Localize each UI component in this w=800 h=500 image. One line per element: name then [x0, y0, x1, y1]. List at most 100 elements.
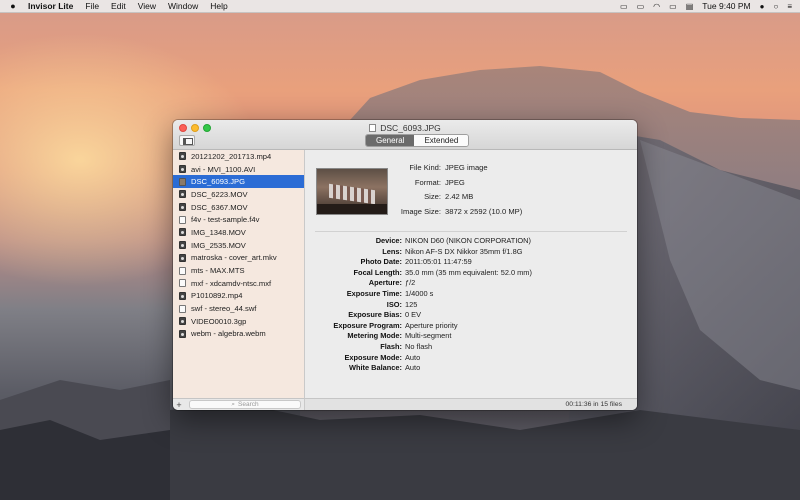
exif-key: Photo Date:: [360, 257, 402, 267]
exif-value: Auto: [405, 363, 421, 373]
file-list-item[interactable]: 20121202_201713.mp4: [173, 150, 304, 163]
file-name: DSC_6223.MOV: [191, 189, 248, 199]
file-list-item[interactable]: DSC_6367.MOV: [173, 201, 304, 214]
document-file-icon: [179, 279, 186, 288]
file-name: 20121202_201713.mp4: [191, 151, 272, 161]
file-list-item[interactable]: IMG_2535.MOV: [173, 239, 304, 252]
document-file-icon: [179, 266, 186, 275]
tab-extended[interactable]: Extended: [414, 135, 469, 146]
exif-value: 1/4000 s: [405, 288, 434, 298]
menu-help[interactable]: Help: [210, 1, 227, 11]
spotlight-search-icon[interactable]: ○: [773, 2, 778, 11]
exif-key: Exposure Time:: [346, 288, 402, 298]
file-list-item[interactable]: VIDEO0010.3gp: [173, 315, 304, 328]
exif-key: Exposure Mode:: [344, 352, 403, 362]
notification-center-icon[interactable]: ≡: [787, 2, 792, 11]
invisor-window: DSC_6093.JPG General Extended 20121202_2…: [173, 120, 637, 410]
menu-view[interactable]: View: [138, 1, 156, 11]
exif-value: 0 EV: [405, 310, 422, 320]
file-name: avi - MVI_1100.AVI: [191, 164, 256, 174]
search-input[interactable]: ⌕ Search: [189, 400, 301, 409]
exif-value: ƒ/2: [405, 278, 416, 288]
input-flag-icon[interactable]: ▤: [686, 2, 694, 11]
exif-row: Exposure Mode: Auto: [305, 353, 532, 364]
file-list-item[interactable]: webm - algebra.webm: [173, 328, 304, 341]
general-info: File Kind: JPEG image Format: JPEG Size: 2.42…: [305, 163, 522, 221]
info-pane: File Kind: JPEG image Format: JPEG Size: 2.42…: [305, 150, 637, 398]
video-file-icon: [179, 165, 186, 174]
exif-row: Aperture: ƒ/2: [305, 278, 532, 289]
file-list-item[interactable]: mxf - xdcamdv-ntsc.mxf: [173, 277, 304, 290]
file-name: webm - algebra.webm: [191, 329, 266, 339]
user-icon[interactable]: ●: [760, 2, 765, 11]
document-icon: [369, 124, 377, 132]
search-placeholder: Search: [238, 401, 259, 408]
menubar-clock[interactable]: Tue 9:40 PM: [702, 1, 750, 11]
menu-edit[interactable]: Edit: [111, 1, 126, 11]
file-name: f4v - test-sample.f4v: [191, 215, 260, 225]
video-file-icon: [179, 253, 186, 262]
battery-icon[interactable]: ▭: [669, 2, 677, 11]
sidebar-toggle-button[interactable]: [179, 135, 195, 146]
exif-row: Lens: Nikon AF-S DX Nikkor 35mm f/1.8G: [305, 247, 532, 258]
video-file-icon: [179, 317, 186, 326]
document-file-icon: [179, 304, 186, 313]
menu-file[interactable]: File: [85, 1, 99, 11]
menu-window[interactable]: Window: [168, 1, 198, 11]
exif-row: Metering Mode: Multi-segment: [305, 331, 532, 342]
file-list-item[interactable]: matroska - cover_art.mkv: [173, 252, 304, 265]
file-name: VIDEO0010.3gp: [191, 316, 247, 326]
file-list-item[interactable]: f4v - test-sample.f4v: [173, 213, 304, 226]
exif-row: ISO: 125: [305, 300, 532, 311]
exif-value: Auto: [405, 352, 421, 362]
exif-info: Device: NIKON D60 (NIKON CORPORATION) Lens…: [305, 236, 532, 374]
general-info-value: 2.42 MB: [445, 192, 474, 201]
general-info-row: File Kind: JPEG image: [305, 163, 522, 178]
general-info-key: Image Size:: [400, 206, 441, 216]
file-list-item[interactable]: IMG_1348.MOV: [173, 226, 304, 239]
file-name: DSC_6367.MOV: [191, 202, 248, 212]
general-info-value: 3872 x 2592 (10.0 MP): [445, 206, 523, 216]
status-bar: 00:11:36 in 15 files: [305, 398, 637, 410]
file-name: swf - stereo_44.swf: [191, 304, 257, 314]
airplay-icon[interactable]: ▭: [637, 2, 645, 11]
file-list-item[interactable]: mts - MAX.MTS: [173, 264, 304, 277]
exif-key: Metering Mode:: [347, 331, 402, 341]
sidebar-footer: + ⌕ Search: [173, 398, 305, 410]
wifi-icon[interactable]: ◠: [653, 2, 660, 11]
file-name: IMG_2535.MOV: [191, 240, 246, 250]
video-file-icon: [179, 291, 186, 300]
video-file-icon: [179, 203, 186, 212]
exif-key: Aperture:: [368, 278, 402, 288]
search-icon: ⌕: [231, 400, 236, 408]
file-list-item[interactable]: P1010892.mp4: [173, 290, 304, 303]
video-file-icon: [179, 190, 186, 199]
file-name: P1010892.mp4: [191, 291, 243, 301]
general-info-value: JPEG: [445, 177, 465, 187]
apple-menu-icon[interactable]: ●: [6, 1, 20, 11]
general-info-row: Image Size: 3872 x 2592 (10.0 MP): [305, 207, 522, 222]
exif-key: Lens:: [382, 246, 402, 256]
menu-bar: ● Invisor Lite File Edit View Window Hel…: [0, 0, 800, 13]
tab-general[interactable]: General: [366, 135, 415, 146]
exif-row: Exposure Bias: 0 EV: [305, 310, 532, 321]
exif-key: Flash:: [380, 341, 402, 351]
exif-value: Aperture priority: [405, 320, 458, 330]
exif-value: No flash: [405, 341, 433, 351]
file-list-item[interactable]: DSC_6223.MOV: [173, 188, 304, 201]
general-info-key: Format:: [414, 177, 441, 187]
exif-row: Device: NIKON D60 (NIKON CORPORATION): [305, 236, 532, 247]
exif-key: Device:: [375, 236, 402, 245]
video-file-icon: [179, 228, 186, 237]
file-list-item[interactable]: DSC_6093.JPG: [173, 175, 304, 189]
status-menu-icon[interactable]: ▭: [620, 2, 628, 11]
document-file-icon: [179, 215, 186, 224]
add-file-button[interactable]: +: [173, 400, 185, 410]
menu-app-name[interactable]: Invisor Lite: [28, 1, 73, 11]
file-list-item[interactable]: avi - MVI_1100.AVI: [173, 163, 304, 176]
tab-switcher: General Extended: [365, 134, 470, 147]
file-list-item[interactable]: swf - stereo_44.swf: [173, 302, 304, 315]
file-name: mxf - xdcamdv-ntsc.mxf: [191, 278, 272, 288]
exif-value: NIKON D60 (NIKON CORPORATION): [405, 236, 531, 245]
general-info-value: JPEG image: [445, 163, 488, 172]
